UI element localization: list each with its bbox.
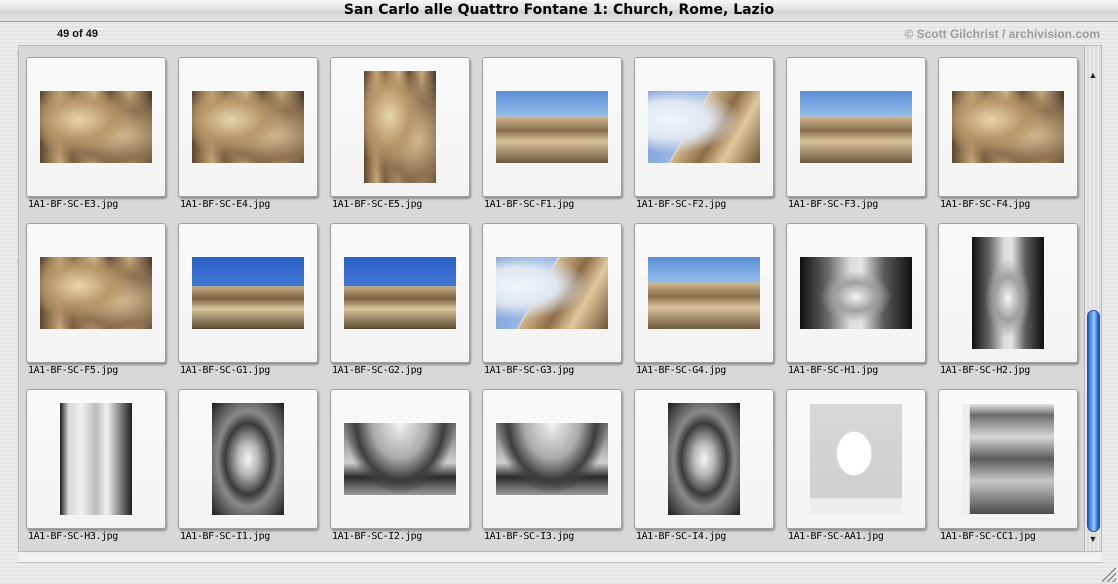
thumbnail-filename: 1A1-BF-SC-E5.jpg	[332, 199, 422, 210]
thumbnail-item[interactable]: 1A1-BF-SC-F1.jpg	[476, 46, 628, 212]
thumbnail-image[interactable]	[648, 91, 760, 163]
thumbnail-item[interactable]: 1A1-BF-SC-I3.jpg	[476, 378, 628, 544]
thumbnail-filename: 1A1-BF-SC-AA1.jpg	[788, 531, 884, 542]
scroll-up-icon[interactable]: ▲	[1087, 68, 1099, 82]
thumbnail-image[interactable]	[810, 404, 902, 514]
slide-frame[interactable]	[330, 389, 470, 529]
thumbnail-filename: 1A1-BF-SC-I1.jpg	[180, 531, 270, 542]
thumbnail-filename: 1A1-BF-SC-F3.jpg	[788, 199, 878, 210]
thumbnail-filename: 1A1-BF-SC-G4.jpg	[636, 365, 726, 376]
thumbnail-item[interactable]: 1A1-BF-SC-G2.jpg	[324, 212, 476, 378]
slide-frame[interactable]	[482, 57, 622, 197]
thumbnail-image[interactable]	[800, 91, 912, 163]
arrow-down-glyph: ▼	[1088, 534, 1098, 544]
slide-frame[interactable]	[938, 57, 1078, 197]
thumbnail-item[interactable]: 1A1-BF-SC-E3.jpg	[20, 46, 172, 212]
scrollbar-thumb[interactable]	[1087, 310, 1100, 532]
thumbnail-image[interactable]	[952, 91, 1064, 163]
thumbnail-image[interactable]	[364, 71, 436, 183]
thumbnail-image[interactable]	[192, 257, 304, 329]
thumbnail-item[interactable]: 1A1-BF-SC-E5.jpg	[324, 46, 476, 212]
thumbnail-item[interactable]: 1A1-BF-SC-H2.jpg	[932, 212, 1084, 378]
thumbnail-filename: 1A1-BF-SC-F5.jpg	[28, 365, 118, 376]
thumbnail-browser: 1A1-BF-SC-E3.jpg 1A1-BF-SC-E4.jpg 1A1-BF-S…	[18, 45, 1102, 552]
thumbnail-item[interactable]: 1A1-BF-SC-I2.jpg	[324, 378, 476, 544]
image-counter: 49 of 49	[57, 28, 98, 40]
thumbnail-image[interactable]	[668, 403, 740, 515]
slide-frame[interactable]	[26, 389, 166, 529]
thumbnail-filename: 1A1-BF-SC-H2.jpg	[940, 365, 1030, 376]
slide-frame[interactable]	[178, 389, 318, 529]
thumbnail-item[interactable]: 1A1-BF-SC-E4.jpg	[172, 46, 324, 212]
thumbnail-item[interactable]: 1A1-BF-SC-CC1.jpg	[932, 378, 1084, 544]
slide-frame[interactable]	[938, 389, 1078, 529]
arrow-up-glyph: ▲	[1088, 70, 1098, 80]
thumbnail-filename: 1A1-BF-SC-E3.jpg	[28, 199, 118, 210]
thumbnail-filename: 1A1-BF-SC-F4.jpg	[940, 199, 1030, 210]
resize-grip-icon[interactable]	[1102, 568, 1116, 582]
thumbnail-item[interactable]: 1A1-BF-SC-G1.jpg	[172, 212, 324, 378]
thumbnail-image[interactable]	[496, 91, 608, 163]
thumbnail-image[interactable]	[648, 257, 760, 329]
copyright-credit: © Scott Gilchrist / archivision.com	[904, 27, 1100, 41]
thumbnail-filename: 1A1-BF-SC-F2.jpg	[636, 199, 726, 210]
window: San Carlo alle Quattro Fontane 1: Church…	[0, 0, 1118, 584]
slide-frame[interactable]	[786, 389, 926, 529]
thumbnail-filename: 1A1-BF-SC-G1.jpg	[180, 365, 270, 376]
thumbnail-item[interactable]: 1A1-BF-SC-F2.jpg	[628, 46, 780, 212]
scroll-down-icon[interactable]: ▼	[1087, 532, 1099, 546]
vertical-scrollbar[interactable]: ▲ ▼	[1084, 46, 1101, 551]
window-title: San Carlo alle Quattro Fontane 1: Church…	[0, 0, 1118, 22]
thumbnail-item[interactable]: 1A1-BF-SC-I1.jpg	[172, 378, 324, 544]
slide-frame[interactable]	[26, 57, 166, 197]
slide-frame[interactable]	[482, 389, 622, 529]
thumbnail-filename: 1A1-BF-SC-E4.jpg	[180, 199, 270, 210]
thumbnail-item[interactable]: 1A1-BF-SC-F3.jpg	[780, 46, 932, 212]
horizontal-bar	[18, 553, 1102, 563]
thumbnail-item[interactable]: 1A1-BF-SC-H3.jpg	[20, 378, 172, 544]
thumbnail-item[interactable]: 1A1-BF-SC-F4.jpg	[932, 46, 1084, 212]
thumbnail-filename: 1A1-BF-SC-G2.jpg	[332, 365, 422, 376]
thumbnail-image[interactable]	[40, 91, 152, 163]
thumbnail-item[interactable]: 1A1-BF-SC-G3.jpg	[476, 212, 628, 378]
slide-frame[interactable]	[938, 223, 1078, 363]
thumbnail-image[interactable]	[496, 257, 608, 329]
slide-frame[interactable]	[178, 57, 318, 197]
thumbnail-item[interactable]: 1A1-BF-SC-H1.jpg	[780, 212, 932, 378]
thumbnail-image[interactable]	[496, 423, 608, 495]
thumbnail-grid: 1A1-BF-SC-E3.jpg 1A1-BF-SC-E4.jpg 1A1-BF-S…	[19, 46, 1085, 551]
thumbnail-image[interactable]	[40, 257, 152, 329]
slide-frame[interactable]	[330, 223, 470, 363]
thumbnail-image[interactable]	[972, 237, 1044, 349]
thumbnail-filename: 1A1-BF-SC-I4.jpg	[636, 531, 726, 542]
thumbnail-item[interactable]: 1A1-BF-SC-G4.jpg	[628, 212, 780, 378]
slide-frame[interactable]	[634, 57, 774, 197]
slide-frame[interactable]	[634, 223, 774, 363]
slide-frame[interactable]	[26, 223, 166, 363]
thumbnail-filename: 1A1-BF-SC-F1.jpg	[484, 199, 574, 210]
slide-frame[interactable]	[178, 223, 318, 363]
thumbnail-item[interactable]: 1A1-BF-SC-I4.jpg	[628, 378, 780, 544]
thumbnail-item[interactable]: 1A1-BF-SC-AA1.jpg	[780, 378, 932, 544]
slide-frame[interactable]	[634, 389, 774, 529]
thumbnail-filename: 1A1-BF-SC-G3.jpg	[484, 365, 574, 376]
thumbnail-image[interactable]	[962, 404, 1054, 514]
slide-frame[interactable]	[330, 57, 470, 197]
thumbnail-filename: 1A1-BF-SC-I2.jpg	[332, 531, 422, 542]
thumbnail-item[interactable]: 1A1-BF-SC-F5.jpg	[20, 212, 172, 378]
thumbnail-filename: 1A1-BF-SC-CC1.jpg	[940, 531, 1036, 542]
thumbnail-filename: 1A1-BF-SC-I3.jpg	[484, 531, 574, 542]
thumbnail-image[interactable]	[800, 257, 912, 329]
slide-frame[interactable]	[786, 223, 926, 363]
thumbnail-image[interactable]	[212, 403, 284, 515]
thumbnail-filename: 1A1-BF-SC-H3.jpg	[28, 531, 118, 542]
thumbnail-image[interactable]	[60, 403, 132, 515]
slide-frame[interactable]	[482, 223, 622, 363]
thumbnail-image[interactable]	[344, 257, 456, 329]
thumbnail-image[interactable]	[344, 423, 456, 495]
slide-frame[interactable]	[786, 57, 926, 197]
thumbnail-image[interactable]	[192, 91, 304, 163]
thumbnail-filename: 1A1-BF-SC-H1.jpg	[788, 365, 878, 376]
